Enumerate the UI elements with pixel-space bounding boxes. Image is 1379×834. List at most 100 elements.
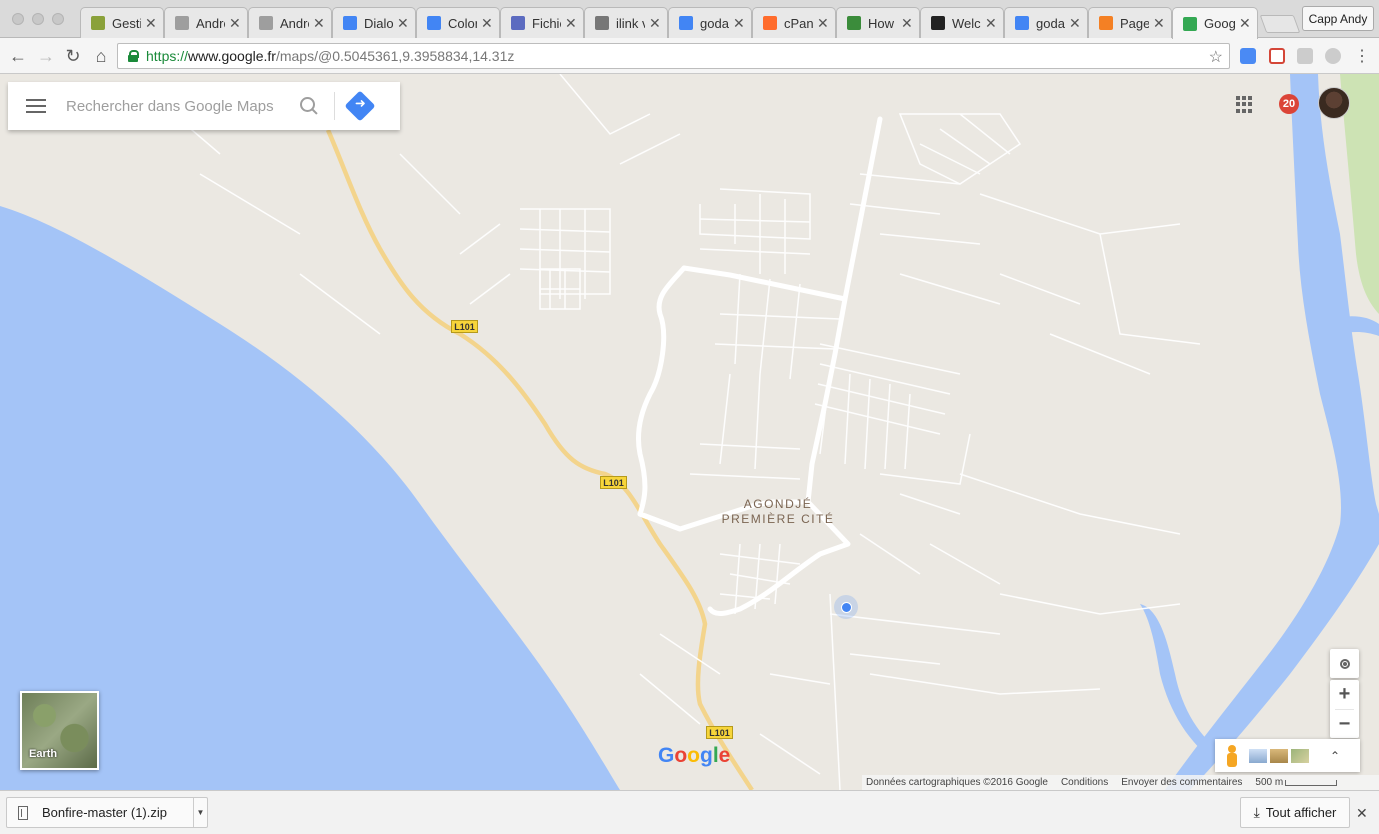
layers-panel: ⌃ [1215, 739, 1360, 772]
maximize-window-button[interactable] [52, 13, 64, 25]
browser-tab[interactable]: godaddy✕ [1004, 7, 1088, 38]
layer-thumbnail[interactable] [1249, 748, 1267, 763]
street-view-pegman-icon[interactable] [1225, 744, 1239, 767]
show-all-downloads-button[interactable]: ⤓ Tout afficher [1240, 797, 1350, 828]
divider [334, 92, 335, 120]
place-label[interactable]: AGONDJÉ PREMIÈRE CITÉ [716, 497, 840, 527]
current-location-marker[interactable] [834, 595, 858, 619]
tab-favicon-icon [91, 16, 105, 30]
gmail-extension-icon[interactable] [1269, 48, 1285, 64]
tab-favicon-icon [343, 16, 357, 30]
zoom-control: + − [1330, 680, 1359, 738]
minimize-window-button[interactable] [32, 13, 44, 25]
browser-tab[interactable]: Gestion d✕ [80, 7, 164, 38]
close-download-bar-icon[interactable]: ✕ [1356, 805, 1368, 822]
tab-favicon-icon [679, 16, 693, 30]
place-label-line: PREMIÈRE CITÉ [721, 512, 835, 526]
download-options-caret-icon[interactable]: ▼ [193, 798, 207, 827]
drive-extension-icon[interactable] [1325, 48, 1341, 64]
close-tab-icon[interactable]: ✕ [1069, 15, 1081, 32]
menu-hamburger-icon[interactable] [26, 99, 46, 113]
extension-icon[interactable] [1297, 48, 1313, 64]
new-tab-button[interactable] [1259, 15, 1301, 33]
map-tiles [0, 74, 1379, 790]
close-tab-icon[interactable]: ✕ [1153, 15, 1165, 32]
download-bar: Bonfire-master (1).zip ▼ ⤓ Tout afficher… [0, 790, 1379, 834]
download-item[interactable]: Bonfire-master (1).zip ▼ [6, 797, 208, 828]
zoom-out-button[interactable]: − [1330, 710, 1359, 739]
zip-file-icon [18, 805, 28, 820]
map-data-credit[interactable]: Données cartographiques ©2016 Google [866, 777, 1048, 788]
reload-icon[interactable]: ↻ [63, 46, 83, 66]
avatar[interactable] [1318, 87, 1350, 119]
address-bar[interactable]: https://www.google.fr/maps/@0.5045361,9.… [117, 43, 1230, 69]
browser-tab[interactable]: Page ✕ [1088, 7, 1172, 38]
google-logo: Google [658, 744, 731, 767]
close-window-button[interactable] [12, 13, 24, 25]
scale-bar [1285, 779, 1338, 786]
browser-tab-active[interactable]: Google✕ [1172, 7, 1258, 39]
close-tab-icon[interactable]: ✕ [901, 15, 913, 32]
earth-view-toggle[interactable]: Earth [20, 691, 99, 770]
tab-favicon-icon [847, 16, 861, 30]
tab-favicon-icon [931, 16, 945, 30]
browser-tab[interactable]: ilink v✕ [584, 7, 668, 38]
scale-label[interactable]: 500 m [1255, 777, 1283, 788]
road-shield: L101 [600, 476, 627, 489]
feedback-link[interactable]: Envoyer des commentaires [1121, 777, 1242, 788]
apps-grid-icon[interactable] [1236, 96, 1253, 113]
browser-tab[interactable]: Android✕ [248, 7, 332, 38]
tab-favicon-icon [1015, 16, 1029, 30]
browser-tab[interactable]: godaddy✕ [668, 7, 752, 38]
location-target-icon [1339, 658, 1350, 669]
translate-extension-icon[interactable] [1240, 48, 1256, 64]
tab-favicon-icon [763, 16, 777, 30]
close-tab-icon[interactable]: ✕ [817, 15, 829, 32]
back-arrow-icon[interactable]: ← [8, 46, 28, 66]
bookmark-star-icon[interactable]: ☆ [1209, 47, 1223, 67]
road-shield: L101 [706, 726, 733, 739]
close-tab-icon[interactable]: ✕ [985, 15, 997, 32]
layer-thumbnail[interactable] [1270, 748, 1288, 763]
browser-tab[interactable]: Fichier✕ [500, 7, 584, 38]
browser-tab[interactable]: Welcom✕ [920, 7, 1004, 38]
maps-search-box [8, 82, 400, 130]
tab-favicon-icon [175, 16, 189, 30]
close-tab-icon[interactable]: ✕ [565, 15, 577, 32]
browser-tab[interactable]: Dialogs✕ [332, 7, 416, 38]
maps-search-input[interactable] [64, 96, 294, 116]
tab-favicon-icon [595, 16, 609, 30]
forward-arrow-icon[interactable]: → [36, 46, 56, 66]
show-all-label: Tout afficher [1265, 805, 1337, 820]
browser-toolbar: ← → ↻ ⌂ https://www.google.fr/maps/@0.50… [0, 38, 1379, 74]
main-roads [635, 116, 883, 616]
close-tab-icon[interactable]: ✕ [733, 15, 745, 32]
close-tab-icon[interactable]: ✕ [229, 15, 241, 32]
close-tab-icon[interactable]: ✕ [313, 15, 325, 32]
tab-favicon-icon [1099, 16, 1113, 30]
tab-strip: Gestion d✕ Android✕ Android✕ Dialogs✕ Co… [0, 0, 1379, 39]
expand-chevron-icon[interactable]: ⌃ [1330, 749, 1340, 763]
browser-tab[interactable]: Colors✕ [416, 7, 500, 38]
close-tab-icon[interactable]: ✕ [397, 15, 409, 32]
browser-tab[interactable]: Android✕ [164, 7, 248, 38]
search-icon[interactable] [298, 95, 320, 117]
browser-tab[interactable]: How t✕ [836, 7, 920, 38]
close-tab-icon[interactable]: ✕ [481, 15, 493, 32]
zoom-in-button[interactable]: + [1330, 680, 1359, 709]
close-tab-icon[interactable]: ✕ [1239, 15, 1251, 32]
close-tab-icon[interactable]: ✕ [649, 15, 661, 32]
chrome-menu-icon[interactable]: ⋮ [1352, 46, 1372, 66]
tab-favicon-icon [259, 16, 273, 30]
my-location-button[interactable] [1330, 649, 1359, 678]
close-tab-icon[interactable]: ✕ [145, 15, 157, 32]
browser-tab[interactable]: cPanel✕ [752, 7, 836, 38]
layer-thumbnail[interactable] [1291, 748, 1309, 763]
profile-button[interactable]: Capp Andy [1302, 6, 1374, 31]
download-file-name: Bonfire-master (1).zip [42, 805, 167, 820]
map-canvas[interactable]: L101 L101 L101 AGONDJÉ PREMIÈRE CITÉ 20 … [0, 74, 1379, 790]
terms-link[interactable]: Conditions [1061, 777, 1108, 788]
notification-badge[interactable]: 20 [1279, 94, 1299, 114]
directions-icon[interactable] [344, 90, 376, 122]
home-icon[interactable]: ⌂ [91, 46, 111, 66]
